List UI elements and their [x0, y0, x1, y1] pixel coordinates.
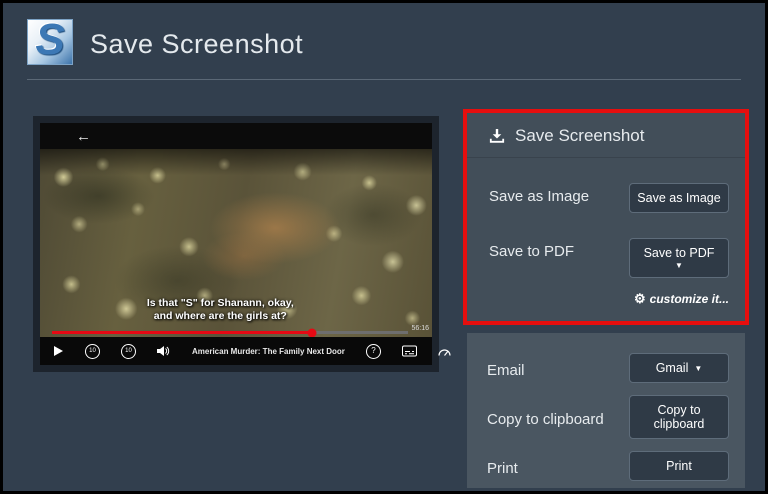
- save-as-image-button[interactable]: Save as Image: [629, 183, 729, 213]
- gear-icon: ⚙: [633, 291, 646, 306]
- copy-to-clipboard-button-label: Copy to clipboard: [653, 403, 705, 431]
- subtitle-line-2: and where are the girls at?: [153, 309, 287, 322]
- customize-link[interactable]: ⚙ customize it...: [467, 291, 745, 307]
- screenshot-preview: ← Is that "S" for Shanann, okay, and whe…: [33, 116, 485, 372]
- progress-bar: [52, 328, 408, 337]
- app-logo: S: [27, 15, 73, 65]
- header-divider: [27, 79, 741, 80]
- back-arrow-icon: ←: [76, 127, 91, 145]
- print-button[interactable]: Print: [629, 451, 729, 481]
- copy-to-clipboard-button[interactable]: Copy to clipboard: [629, 395, 729, 439]
- save-panel-title: Save Screenshot: [515, 126, 645, 145]
- captured-video-frame: ← Is that "S" for Shanann, okay, and whe…: [40, 123, 485, 365]
- time-remaining: 56:16: [411, 325, 429, 332]
- player-controls-bar: 10 10 American Murder: The Family Next D…: [40, 337, 485, 365]
- popup-page: S Save Screenshot ← Is that "S" for Shan…: [3, 3, 765, 491]
- progress-filled: [52, 328, 317, 337]
- chevron-down-icon: ▼: [694, 363, 703, 373]
- email-row: Email Gmail ▼: [467, 353, 745, 383]
- print-label: Print: [487, 460, 518, 477]
- save-as-image-row: Save as Image Save as Image: [467, 183, 745, 213]
- print-row: Print Print: [467, 451, 745, 481]
- save-to-pdf-row: Save to PDF Save to PDF ▼: [467, 238, 745, 278]
- rewind-10-icon: 10: [85, 343, 100, 359]
- subtitle-line-1: Is that "S" for Shanann, okay,: [146, 296, 294, 309]
- print-button-label: Print: [666, 459, 692, 473]
- save-screenshot-panel: Save Screenshot Save as Image Save as Im…: [463, 109, 749, 325]
- save-panel-divider: [467, 157, 745, 158]
- video-subtitle: Is that "S" for Shanann, okay, and where…: [40, 297, 401, 323]
- copy-to-clipboard-row: Copy to clipboard Copy to clipboard: [467, 395, 745, 439]
- captions-icon: [401, 345, 417, 357]
- player-controls-right: ?: [345, 343, 485, 359]
- playback-speed-icon: [438, 346, 451, 357]
- download-icon: [489, 129, 505, 143]
- copy-to-clipboard-label: Copy to clipboard: [487, 411, 604, 428]
- video-title: American Murder: The Family Next Door: [192, 346, 345, 356]
- email-label: Email: [487, 362, 525, 379]
- volume-icon: [157, 345, 171, 357]
- save-as-image-label: Save as Image: [489, 188, 590, 205]
- forward-10-icon: 10: [121, 343, 136, 359]
- gmail-dropdown-button[interactable]: Gmail ▼: [629, 353, 729, 383]
- save-as-image-button-label: Save as Image: [637, 191, 721, 205]
- actions-panel: Email Gmail ▼ Copy to clipboard Copy to …: [467, 333, 745, 488]
- video-top-bar: ←: [40, 123, 432, 149]
- save-panel-heading: Save Screenshot: [467, 113, 745, 157]
- customize-link-label: customize it...: [649, 292, 729, 306]
- logo-letter: S: [35, 15, 65, 64]
- play-icon: [53, 345, 64, 357]
- page-title: Save Screenshot: [90, 29, 304, 59]
- gmail-button-label: Gmail: [655, 361, 689, 375]
- save-to-pdf-label: Save to PDF: [489, 243, 575, 260]
- save-to-pdf-button-label: Save to PDF: [643, 246, 715, 260]
- save-to-pdf-button[interactable]: Save to PDF ▼: [629, 238, 729, 278]
- chevron-down-icon: ▼: [675, 261, 683, 270]
- progress-handle: [307, 328, 317, 337]
- help-icon: ?: [365, 343, 381, 359]
